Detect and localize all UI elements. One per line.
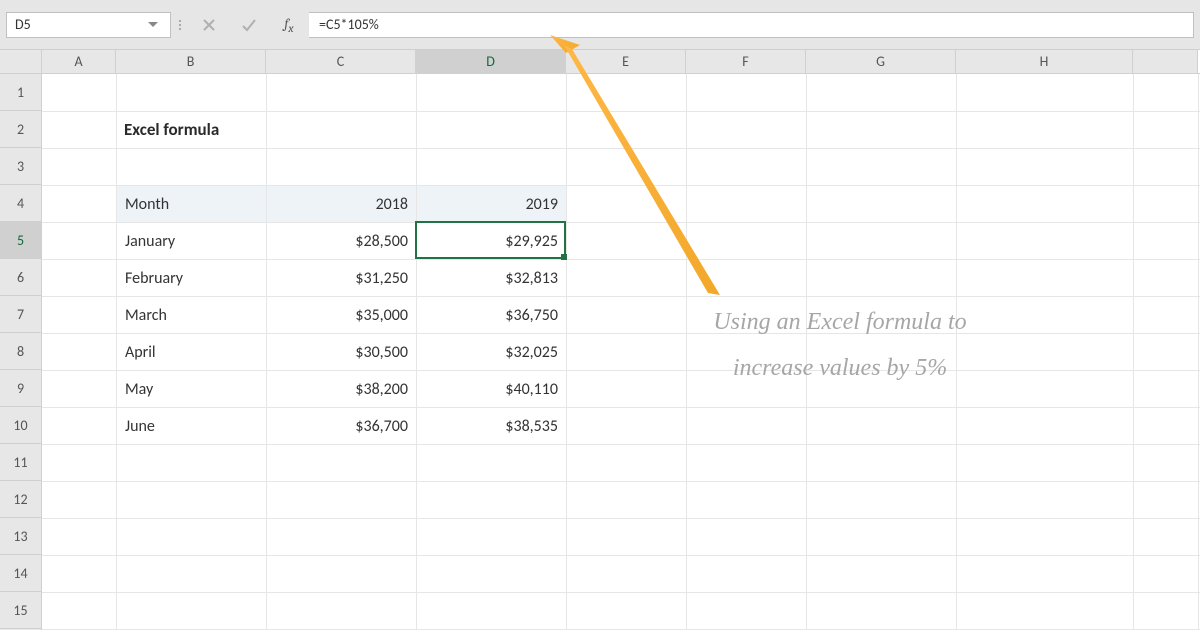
- cell-2019[interactable]: $29,925: [417, 223, 567, 260]
- cell-month[interactable]: January: [117, 223, 267, 260]
- formula-text: =C5*105%: [319, 16, 379, 33]
- cell-month[interactable]: March: [117, 297, 267, 334]
- row-header-12[interactable]: 12: [0, 481, 41, 518]
- row-header-3[interactable]: 3: [0, 148, 41, 185]
- col-header-E[interactable]: E: [566, 50, 686, 73]
- table-header-row: Month 2018 2019: [117, 186, 567, 223]
- row-header-11[interactable]: 11: [0, 444, 41, 481]
- table-row: February$31,250$32,813: [117, 260, 567, 297]
- header-month[interactable]: Month: [117, 186, 267, 223]
- annotation-line2: increase values by 5%: [590, 346, 1090, 392]
- formula-bar: D5 fx =C5*105%: [0, 0, 1200, 50]
- select-all-corner[interactable]: [0, 50, 42, 73]
- row-header-4[interactable]: 4: [0, 185, 41, 222]
- table-row: April$30,500$32,025: [117, 334, 567, 371]
- row-header-1[interactable]: 1: [0, 74, 41, 111]
- cell-month[interactable]: June: [117, 408, 267, 445]
- col-header-G[interactable]: G: [806, 50, 956, 73]
- cell-month[interactable]: February: [117, 260, 267, 297]
- table-row: March$35,000$36,750: [117, 297, 567, 334]
- row-header-9[interactable]: 9: [0, 370, 41, 407]
- row-header-14[interactable]: 14: [0, 555, 41, 592]
- table-row: June$36,700$38,535: [117, 408, 567, 445]
- cell-2019[interactable]: $32,025: [417, 334, 567, 371]
- col-header-D[interactable]: D: [416, 50, 566, 73]
- formula-bar-separator: [171, 12, 189, 38]
- page-title: Excel formula: [124, 119, 219, 140]
- col-header-I[interactable]: [1133, 50, 1198, 73]
- row-header-5[interactable]: 5: [0, 222, 41, 259]
- annotation-text: Using an Excel formula to increase value…: [590, 300, 1090, 391]
- formula-input[interactable]: =C5*105%: [309, 12, 1194, 38]
- table-row: January$28,500$29,925: [117, 223, 567, 260]
- row-header-7[interactable]: 7: [0, 296, 41, 333]
- cell-2018[interactable]: $28,500: [267, 223, 417, 260]
- col-header-B[interactable]: B: [116, 50, 266, 73]
- row-header-2[interactable]: 2: [0, 111, 41, 148]
- row-header-15[interactable]: 15: [0, 592, 41, 629]
- enter-icon[interactable]: [229, 12, 269, 38]
- cell-month[interactable]: April: [117, 334, 267, 371]
- col-header-C[interactable]: C: [266, 50, 416, 73]
- row-header-13[interactable]: 13: [0, 518, 41, 555]
- cell-2018[interactable]: $35,000: [267, 297, 417, 334]
- cell-2019[interactable]: $40,110: [417, 371, 567, 408]
- table-row: May$38,200$40,110: [117, 371, 567, 408]
- formula-bar-controls: fx: [189, 12, 309, 38]
- name-box-value: D5: [15, 16, 31, 33]
- cell-2019[interactable]: $38,535: [417, 408, 567, 445]
- cell-2018[interactable]: $38,200: [267, 371, 417, 408]
- col-header-A[interactable]: A: [42, 50, 116, 73]
- row-header-8[interactable]: 8: [0, 333, 41, 370]
- data-table: Month 2018 2019 January$28,500$29,925Feb…: [116, 185, 567, 445]
- annotation-line1: Using an Excel formula to: [590, 300, 1090, 346]
- col-header-F[interactable]: F: [686, 50, 806, 73]
- cell-2019[interactable]: $36,750: [417, 297, 567, 334]
- cell-2018[interactable]: $30,500: [267, 334, 417, 371]
- col-header-H[interactable]: H: [956, 50, 1133, 73]
- row-header-10[interactable]: 10: [0, 407, 41, 444]
- column-headers: A B C D E F G H: [0, 50, 1200, 74]
- cell-2018[interactable]: $31,250: [267, 260, 417, 297]
- name-box[interactable]: D5: [6, 12, 171, 38]
- row-header-6[interactable]: 6: [0, 259, 41, 296]
- cell-month[interactable]: May: [117, 371, 267, 408]
- fx-icon[interactable]: fx: [269, 12, 309, 38]
- cancel-icon[interactable]: [189, 12, 229, 38]
- cell-2018[interactable]: $36,700: [267, 408, 417, 445]
- row-headers: 123456789101112131415: [0, 74, 42, 630]
- cell-2019[interactable]: $32,813: [417, 260, 567, 297]
- name-box-dropdown-icon[interactable]: [144, 16, 162, 34]
- header-2018[interactable]: 2018: [267, 186, 417, 223]
- header-2019[interactable]: 2019: [417, 186, 567, 223]
